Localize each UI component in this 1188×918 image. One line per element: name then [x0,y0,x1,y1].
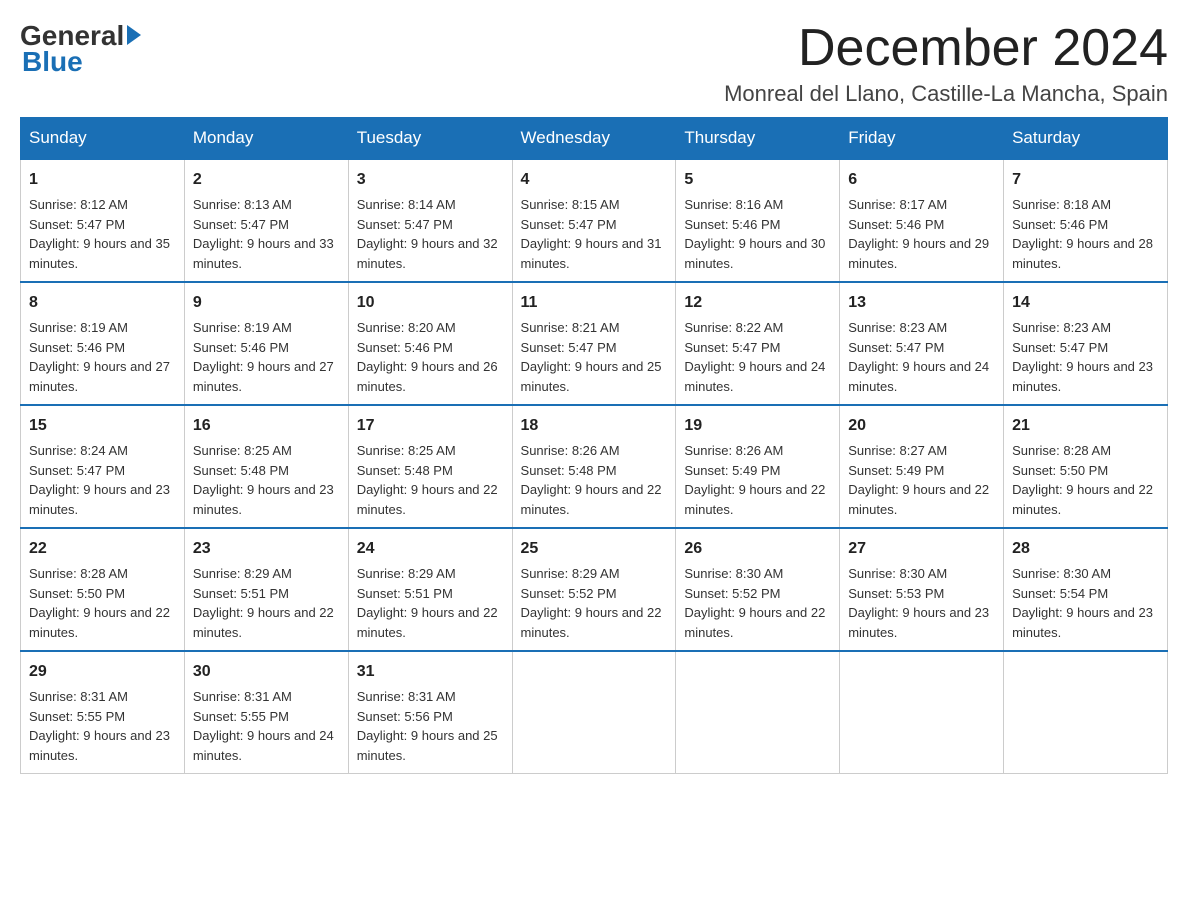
day-number: 4 [521,168,668,192]
calendar-cell: 26Sunrise: 8:30 AMSunset: 5:52 PMDayligh… [676,528,840,651]
day-number: 7 [1012,168,1159,192]
day-number: 24 [357,537,504,561]
calendar-cell: 23Sunrise: 8:29 AMSunset: 5:51 PMDayligh… [184,528,348,651]
day-number: 31 [357,660,504,684]
title-block: December 2024 Monreal del Llano, Castill… [724,20,1168,107]
calendar-cell: 28Sunrise: 8:30 AMSunset: 5:54 PMDayligh… [1004,528,1168,651]
week-row-1: 1Sunrise: 8:12 AMSunset: 5:47 PMDaylight… [21,159,1168,282]
day-number: 8 [29,291,176,315]
day-number: 11 [521,291,668,315]
calendar-cell: 19Sunrise: 8:26 AMSunset: 5:49 PMDayligh… [676,405,840,528]
calendar-cell: 18Sunrise: 8:26 AMSunset: 5:48 PMDayligh… [512,405,676,528]
day-number: 10 [357,291,504,315]
logo: General Blue [20,20,141,78]
calendar-cell: 24Sunrise: 8:29 AMSunset: 5:51 PMDayligh… [348,528,512,651]
calendar-cell: 11Sunrise: 8:21 AMSunset: 5:47 PMDayligh… [512,282,676,405]
calendar-cell [676,651,840,774]
day-number: 22 [29,537,176,561]
logo-blue-text: Blue [22,46,83,78]
calendar-cell: 3Sunrise: 8:14 AMSunset: 5:47 PMDaylight… [348,159,512,282]
calendar-cell: 15Sunrise: 8:24 AMSunset: 5:47 PMDayligh… [21,405,185,528]
day-number: 14 [1012,291,1159,315]
day-number: 9 [193,291,340,315]
day-number: 21 [1012,414,1159,438]
calendar-cell: 10Sunrise: 8:20 AMSunset: 5:46 PMDayligh… [348,282,512,405]
calendar-cell [1004,651,1168,774]
calendar-cell: 1Sunrise: 8:12 AMSunset: 5:47 PMDaylight… [21,159,185,282]
calendar-cell: 17Sunrise: 8:25 AMSunset: 5:48 PMDayligh… [348,405,512,528]
header-thursday: Thursday [676,118,840,160]
day-number: 2 [193,168,340,192]
day-number: 19 [684,414,831,438]
calendar-table: SundayMondayTuesdayWednesdayThursdayFrid… [20,117,1168,774]
calendar-cell: 5Sunrise: 8:16 AMSunset: 5:46 PMDaylight… [676,159,840,282]
day-number: 18 [521,414,668,438]
week-row-2: 8Sunrise: 8:19 AMSunset: 5:46 PMDaylight… [21,282,1168,405]
header-saturday: Saturday [1004,118,1168,160]
day-number: 25 [521,537,668,561]
header-sunday: Sunday [21,118,185,160]
calendar-cell: 6Sunrise: 8:17 AMSunset: 5:46 PMDaylight… [840,159,1004,282]
calendar-cell: 14Sunrise: 8:23 AMSunset: 5:47 PMDayligh… [1004,282,1168,405]
calendar-cell: 9Sunrise: 8:19 AMSunset: 5:46 PMDaylight… [184,282,348,405]
day-number: 30 [193,660,340,684]
day-number: 3 [357,168,504,192]
header-friday: Friday [840,118,1004,160]
calendar-cell: 2Sunrise: 8:13 AMSunset: 5:47 PMDaylight… [184,159,348,282]
day-number: 13 [848,291,995,315]
day-number: 6 [848,168,995,192]
month-title: December 2024 [724,20,1168,77]
calendar-cell: 25Sunrise: 8:29 AMSunset: 5:52 PMDayligh… [512,528,676,651]
day-number: 23 [193,537,340,561]
location-title: Monreal del Llano, Castille-La Mancha, S… [724,81,1168,107]
calendar-cell: 21Sunrise: 8:28 AMSunset: 5:50 PMDayligh… [1004,405,1168,528]
calendar-header-row: SundayMondayTuesdayWednesdayThursdayFrid… [21,118,1168,160]
calendar-cell: 27Sunrise: 8:30 AMSunset: 5:53 PMDayligh… [840,528,1004,651]
calendar-cell: 12Sunrise: 8:22 AMSunset: 5:47 PMDayligh… [676,282,840,405]
header-wednesday: Wednesday [512,118,676,160]
week-row-3: 15Sunrise: 8:24 AMSunset: 5:47 PMDayligh… [21,405,1168,528]
calendar-cell [840,651,1004,774]
day-number: 15 [29,414,176,438]
day-number: 17 [357,414,504,438]
calendar-cell: 7Sunrise: 8:18 AMSunset: 5:46 PMDaylight… [1004,159,1168,282]
day-number: 26 [684,537,831,561]
calendar-cell: 13Sunrise: 8:23 AMSunset: 5:47 PMDayligh… [840,282,1004,405]
calendar-cell: 4Sunrise: 8:15 AMSunset: 5:47 PMDaylight… [512,159,676,282]
header-tuesday: Tuesday [348,118,512,160]
calendar-cell: 22Sunrise: 8:28 AMSunset: 5:50 PMDayligh… [21,528,185,651]
day-number: 16 [193,414,340,438]
calendar-cell: 16Sunrise: 8:25 AMSunset: 5:48 PMDayligh… [184,405,348,528]
day-number: 12 [684,291,831,315]
day-number: 1 [29,168,176,192]
calendar-cell: 8Sunrise: 8:19 AMSunset: 5:46 PMDaylight… [21,282,185,405]
day-number: 20 [848,414,995,438]
page-header: General Blue December 2024 Monreal del L… [20,20,1168,107]
week-row-4: 22Sunrise: 8:28 AMSunset: 5:50 PMDayligh… [21,528,1168,651]
calendar-cell: 30Sunrise: 8:31 AMSunset: 5:55 PMDayligh… [184,651,348,774]
calendar-cell [512,651,676,774]
logo-arrow-icon [127,25,141,45]
calendar-cell: 20Sunrise: 8:27 AMSunset: 5:49 PMDayligh… [840,405,1004,528]
day-number: 28 [1012,537,1159,561]
header-monday: Monday [184,118,348,160]
calendar-cell: 29Sunrise: 8:31 AMSunset: 5:55 PMDayligh… [21,651,185,774]
week-row-5: 29Sunrise: 8:31 AMSunset: 5:55 PMDayligh… [21,651,1168,774]
day-number: 27 [848,537,995,561]
day-number: 29 [29,660,176,684]
day-number: 5 [684,168,831,192]
calendar-cell: 31Sunrise: 8:31 AMSunset: 5:56 PMDayligh… [348,651,512,774]
